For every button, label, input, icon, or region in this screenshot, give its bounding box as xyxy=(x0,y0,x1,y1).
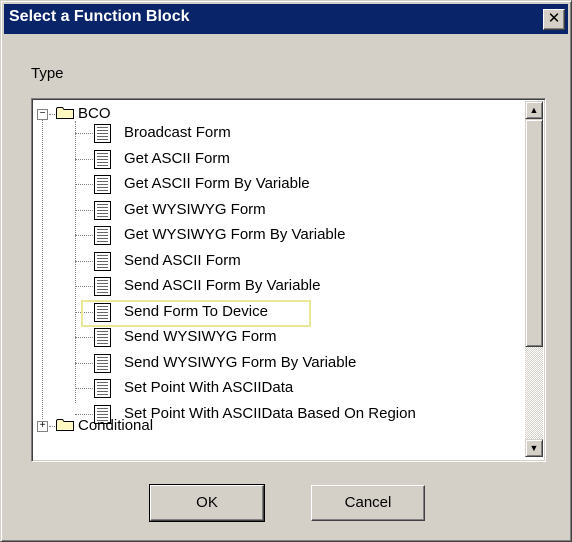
tree-item-label: Send Form To Device xyxy=(124,302,268,320)
tree-content: − BCO Broadcast Form Get ASCII Form Get AS… xyxy=(34,101,523,457)
form-document-icon xyxy=(94,353,111,373)
close-button[interactable]: ✕ xyxy=(543,9,565,30)
folder-icon xyxy=(56,107,74,119)
tree-item-label: Get WYSIWYG Form By Variable xyxy=(124,226,346,243)
scroll-up-button[interactable]: ▲ xyxy=(525,101,543,119)
form-document-icon xyxy=(94,175,111,194)
cancel-button[interactable]: Cancel xyxy=(311,485,425,521)
arrow-down-icon: ▼ xyxy=(529,443,539,453)
tree-item[interactable]: Send ASCII Form xyxy=(34,248,514,273)
tree-item[interactable]: Get WYSIWYG Form By Variable xyxy=(34,222,514,247)
form-document-icon xyxy=(94,277,111,296)
tree-item-label: Get ASCII Form xyxy=(124,149,230,167)
tree-item[interactable]: Get ASCII Form xyxy=(34,146,514,171)
scroll-thumb[interactable] xyxy=(525,119,543,347)
tree-item[interactable]: Broadcast Form xyxy=(34,120,514,145)
form-document-icon xyxy=(94,379,111,398)
form-document-icon xyxy=(94,149,111,169)
ok-button[interactable]: OK xyxy=(149,484,265,522)
arrow-up-icon: ▲ xyxy=(529,105,539,115)
tree-item[interactable]: Send WYSIWYG Form By Variable xyxy=(34,350,514,375)
tree-folder-conditional[interactable]: + Conditional xyxy=(34,413,334,438)
form-document-icon xyxy=(94,200,111,220)
scroll-down-button[interactable]: ▼ xyxy=(525,439,543,457)
tree-item-label: Broadcast Form xyxy=(124,124,231,141)
expand-expander-icon[interactable]: + xyxy=(37,421,48,432)
tree-item[interactable]: Send WYSIWYG Form xyxy=(34,324,514,349)
form-document-icon xyxy=(94,124,111,143)
tree-item-label: Send ASCII Form By Variable xyxy=(124,277,321,294)
form-document-icon xyxy=(94,328,111,347)
tree-item[interactable]: Set Point With ASCIIData xyxy=(34,375,514,400)
tree-item-label: Get WYSIWYG Form xyxy=(124,200,266,218)
folder-icon xyxy=(56,419,74,431)
tree-item[interactable]: Send ASCII Form By Variable xyxy=(34,273,514,298)
form-document-icon xyxy=(94,302,111,322)
vertical-scrollbar[interactable]: ▲ ▼ xyxy=(525,101,543,457)
dialog-window: Select a Function Block ✕ Type − BCO Bro… xyxy=(0,0,572,542)
function-tree[interactable]: − BCO Broadcast Form Get ASCII Form Get AS… xyxy=(31,98,546,462)
tree-item[interactable]: Get ASCII Form By Variable xyxy=(34,171,514,196)
form-document-icon xyxy=(94,251,111,271)
tree-item[interactable]: Send Form To Device xyxy=(34,299,514,324)
close-icon: ✕ xyxy=(547,10,561,27)
type-label: Type xyxy=(31,65,64,82)
tree-item[interactable]: Get WYSIWYG Form xyxy=(34,197,514,222)
tree-folder-label: Conditional xyxy=(78,417,154,434)
tree-item-label: Send WYSIWYG Form xyxy=(124,328,277,345)
tree-item-label: Get ASCII Form By Variable xyxy=(124,175,310,192)
tree-item-label: Send WYSIWYG Form By Variable xyxy=(124,353,357,371)
dialog-title: Select a Function Block xyxy=(9,8,190,25)
tree-item-label: Send ASCII Form xyxy=(124,251,241,269)
tree-item-label: Set Point With ASCIIData xyxy=(124,379,294,396)
title-bar[interactable]: Select a Function Block ✕ xyxy=(4,4,568,34)
form-document-icon xyxy=(94,226,111,245)
